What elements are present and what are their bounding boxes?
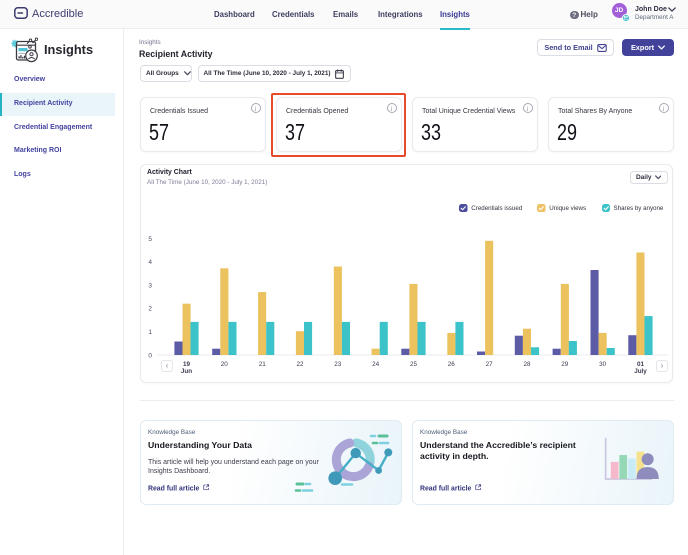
- svg-text:19: 19: [182, 361, 190, 368]
- svg-text:27: 27: [485, 361, 493, 368]
- svg-text:28: 28: [523, 361, 531, 368]
- svg-text:22: 22: [296, 361, 304, 368]
- svg-text:3: 3: [148, 282, 152, 289]
- svg-text:23: 23: [334, 361, 342, 368]
- svg-text:30: 30: [599, 361, 607, 368]
- svg-text:26: 26: [447, 361, 455, 368]
- svg-text:Jun: Jun: [180, 368, 191, 375]
- svg-text:20: 20: [220, 361, 228, 368]
- svg-text:5: 5: [148, 236, 152, 243]
- svg-text:July: July: [634, 368, 647, 375]
- svg-text:2: 2: [148, 306, 152, 313]
- svg-text:25: 25: [409, 361, 417, 368]
- svg-text:21: 21: [258, 361, 266, 368]
- svg-text:1: 1: [148, 329, 152, 336]
- svg-text:0: 0: [148, 352, 152, 359]
- svg-text:29: 29: [561, 361, 569, 368]
- svg-text:4: 4: [148, 259, 152, 266]
- svg-text:01: 01: [636, 361, 644, 368]
- svg-text:24: 24: [372, 361, 380, 368]
